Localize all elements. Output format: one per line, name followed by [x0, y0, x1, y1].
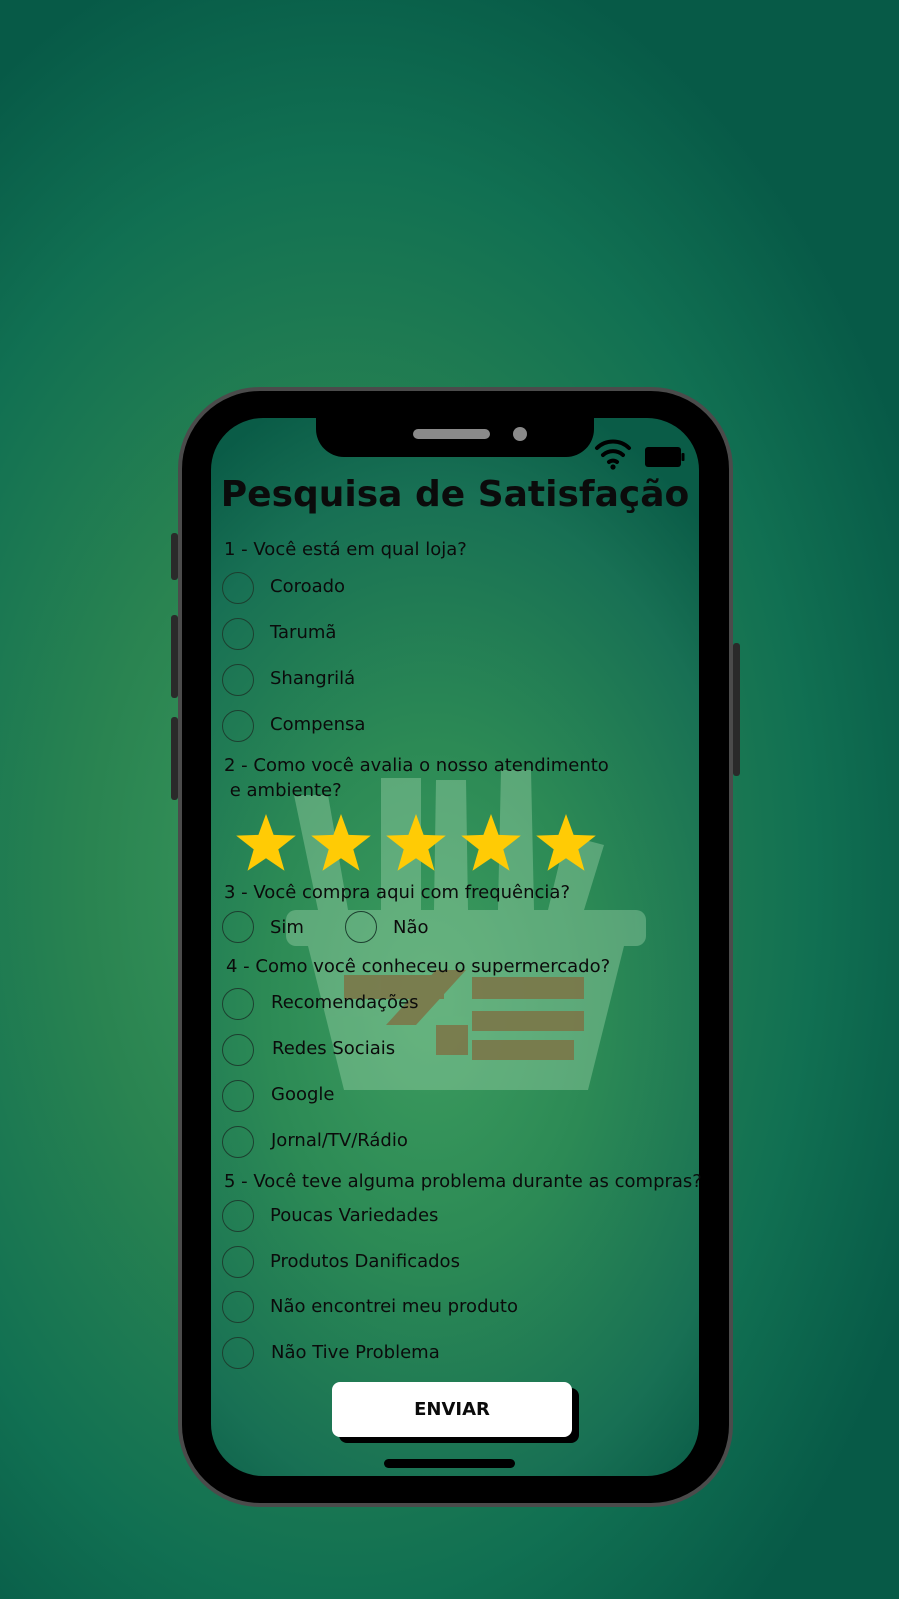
battery-icon	[645, 447, 685, 467]
radio-sim[interactable]	[222, 911, 254, 943]
radio-google[interactable]	[222, 1080, 254, 1112]
radio-coroado[interactable]	[222, 572, 254, 604]
option-nao-tive-problema-label: Não Tive Problema	[271, 1342, 440, 1363]
option-redes-sociais-label: Redes Sociais	[272, 1038, 396, 1059]
option-compensa-label: Compensa	[270, 714, 366, 735]
option-nao-encontrei-produto-label: Não encontrei meu produto	[270, 1296, 518, 1317]
power-button	[733, 643, 740, 776]
volume-down-button	[171, 717, 178, 800]
option-google-label: Google	[271, 1084, 335, 1105]
mute-switch	[171, 533, 178, 580]
volume-up-button	[171, 615, 178, 698]
star-1-icon[interactable]	[235, 813, 297, 873]
star-2-icon[interactable]	[310, 813, 372, 873]
radio-taruma[interactable]	[222, 618, 254, 650]
submit-button[interactable]: ENVIAR	[332, 1382, 572, 1437]
star-3-icon[interactable]	[385, 813, 447, 873]
star-5-icon[interactable]	[535, 813, 597, 873]
option-sim-label: Sim	[270, 917, 304, 938]
option-taruma-label: Tarumã	[270, 622, 337, 643]
question-2-label: 2 - Como você avalia o nosso atendimento…	[224, 755, 609, 801]
option-nao-label: Não	[393, 917, 429, 938]
question-5-label: 5 - Você teve alguma problema durante as…	[224, 1171, 702, 1192]
radio-nao[interactable]	[345, 911, 377, 943]
radio-recomendacoes[interactable]	[222, 988, 254, 1020]
radio-produtos-danificados[interactable]	[222, 1246, 254, 1278]
option-coroado-label: Coroado	[270, 576, 346, 597]
wifi-icon	[595, 439, 631, 470]
question-1-label: 1 - Você está em qual loja?	[224, 539, 467, 560]
page-title: Pesquisa de Satisfação	[220, 474, 690, 515]
option-recomendacoes-label: Recomendações	[271, 992, 419, 1013]
home-indicator[interactable]	[384, 1459, 515, 1468]
star-4-icon[interactable]	[460, 813, 522, 873]
option-produtos-danificados-label: Produtos Danificados	[270, 1251, 460, 1272]
question-3-label: 3 - Você compra aqui com frequência?	[224, 882, 570, 903]
speaker-grille	[413, 429, 490, 439]
radio-shangrila[interactable]	[222, 664, 254, 696]
radio-nao-tive-problema[interactable]	[222, 1337, 254, 1369]
option-shangrila-label: Shangrilá	[270, 668, 356, 689]
radio-compensa[interactable]	[222, 710, 254, 742]
front-camera	[513, 427, 527, 441]
question-4-label: 4 - Como você conheceu o supermercado?	[226, 956, 611, 977]
radio-jornal-tv-radio[interactable]	[222, 1126, 254, 1158]
option-jornal-tv-radio-label: Jornal/TV/Rádio	[271, 1130, 408, 1151]
radio-poucas-variedades[interactable]	[222, 1200, 254, 1232]
radio-redes-sociais[interactable]	[222, 1034, 254, 1066]
radio-nao-encontrei-produto[interactable]	[222, 1291, 254, 1323]
option-poucas-variedades-label: Poucas Variedades	[270, 1205, 439, 1226]
